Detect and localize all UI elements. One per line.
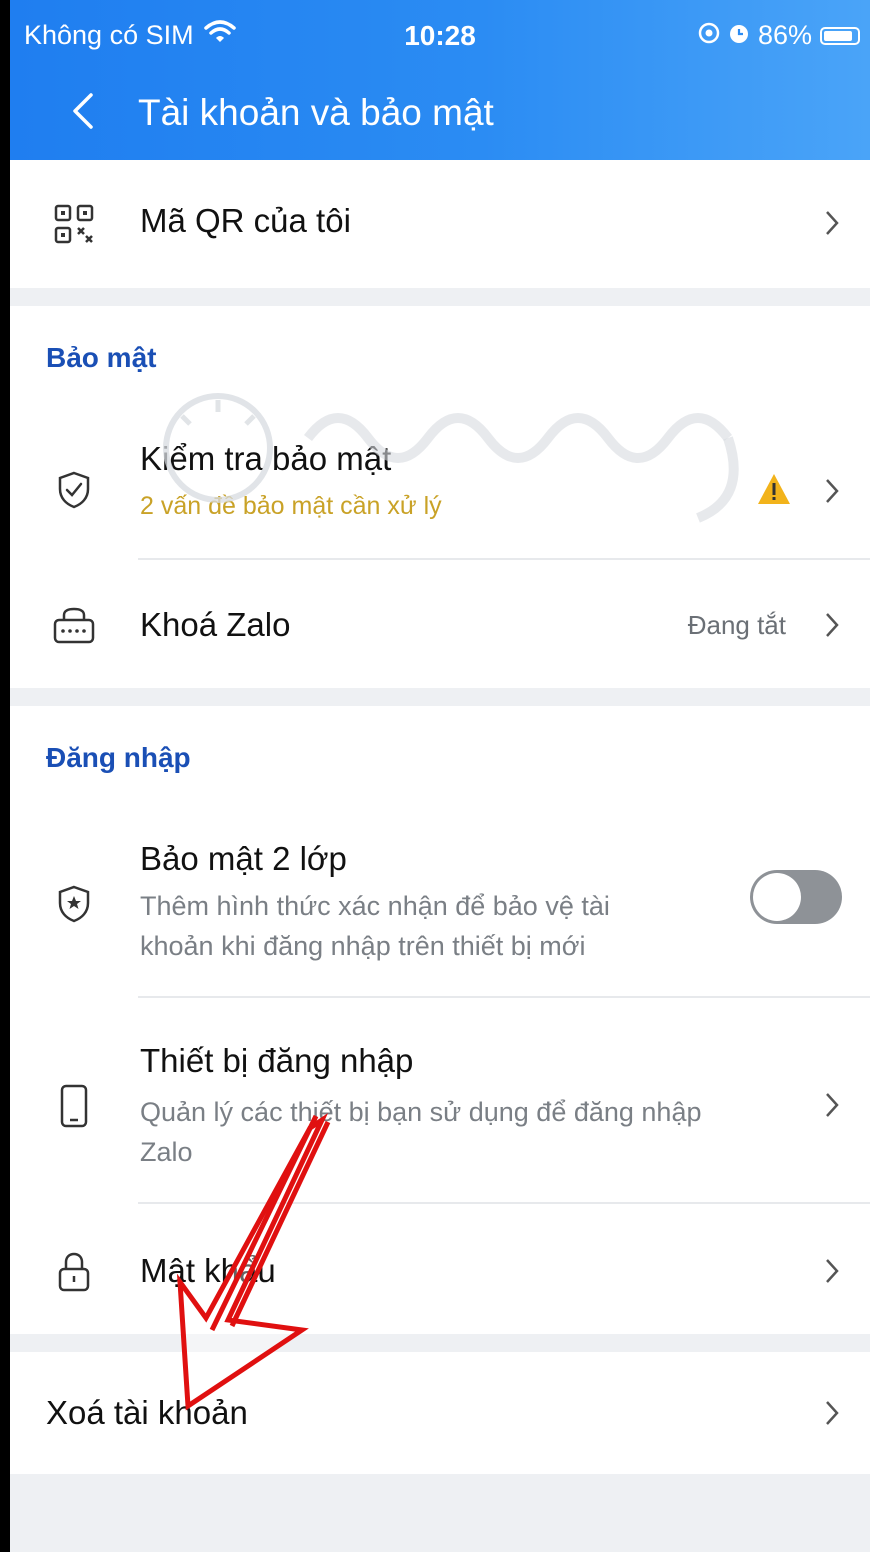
shield-check-icon — [52, 468, 96, 512]
toggle-knob — [753, 873, 801, 921]
delete-account-row[interactable]: Xoá tài khoản — [10, 1352, 870, 1474]
chevron-right-icon — [820, 476, 844, 506]
lock-icon — [52, 1250, 96, 1294]
two-factor-row[interactable]: Bảo mật 2 lớp Thêm hình thức xác nhận để… — [10, 816, 870, 998]
two-factor-toggle[interactable] — [750, 870, 842, 924]
shield-star-icon — [52, 882, 96, 926]
status-right: 86% — [698, 20, 860, 51]
qr-code-icon — [52, 202, 96, 246]
two-factor-title: Bảo mật 2 lớp — [140, 840, 347, 877]
login-devices-subtitle-line2: Zalo — [140, 1137, 193, 1167]
alarm-icon — [728, 20, 750, 51]
battery-icon — [820, 26, 860, 45]
security-check-title: Kiểm tra bảo mật — [140, 440, 392, 477]
header: Không có SIM 10:28 86% Tài khoản và bảo … — [10, 0, 870, 160]
status-bar: Không có SIM 10:28 86% — [10, 0, 870, 72]
chevron-right-icon — [820, 610, 844, 640]
security-card: Bảo mật Kiểm tra bảo mật 2 vấn đề bảo mậ… — [10, 306, 870, 688]
battery-fill — [824, 30, 852, 41]
chevron-right-icon — [820, 1256, 844, 1286]
chevron-left-icon — [73, 93, 93, 129]
qr-card: Mã QR của tôi — [10, 160, 870, 288]
login-devices-subtitle-line1: Quản lý các thiết bị bạn sử dụng để đăng… — [140, 1097, 702, 1127]
security-check-subtitle: 2 vấn đề bảo mật cần xử lý — [140, 492, 442, 520]
section-label-security: Bảo mật — [46, 342, 157, 373]
zalo-lock-row[interactable]: Khoá Zalo Đang tắt — [10, 560, 870, 688]
rotation-lock-icon — [698, 20, 720, 51]
login-devices-row[interactable]: Thiết bị đăng nhập Quản lý các thiết bị … — [10, 998, 870, 1202]
qr-row[interactable]: Mã QR của tôi — [10, 160, 870, 288]
keyboard-lock-icon — [52, 604, 96, 648]
warning-icon — [758, 474, 790, 504]
login-card: Đăng nhập Bảo mật 2 lớp Thêm hình thức x… — [10, 706, 870, 1334]
delete-account-label: Xoá tài khoản — [46, 1394, 248, 1431]
battery-percent: 86% — [757, 20, 812, 50]
page-title: Tài khoản và bảo mật — [138, 92, 494, 133]
login-devices-title: Thiết bị đăng nhập — [140, 1042, 414, 1079]
back-button[interactable] — [58, 86, 108, 136]
delete-card: Xoá tài khoản — [10, 1352, 870, 1474]
phone-icon — [52, 1084, 96, 1128]
section-label-login: Đăng nhập — [46, 742, 191, 773]
chevron-right-icon — [820, 1090, 844, 1120]
zalo-lock-title: Khoá Zalo — [140, 606, 291, 643]
qr-label: Mã QR của tôi — [140, 202, 351, 239]
zalo-lock-status: Đang tắt — [687, 610, 786, 640]
password-row[interactable]: Mật khẩu — [10, 1204, 870, 1334]
nav-bar: Tài khoản và bảo mật — [10, 72, 870, 160]
two-factor-subtitle-line2: khoản khi đăng nhập trên thiết bị mới — [140, 931, 586, 961]
chevron-right-icon — [820, 208, 844, 238]
password-title: Mật khẩu — [140, 1252, 276, 1289]
security-check-row[interactable]: Kiểm tra bảo mật 2 vấn đề bảo mật cần xử… — [10, 422, 870, 560]
screen: Không có SIM 10:28 86% Tài khoản và bảo … — [10, 0, 870, 1552]
chevron-right-icon — [820, 1398, 844, 1428]
two-factor-subtitle-line1: Thêm hình thức xác nhận để bảo vệ tài — [140, 891, 610, 921]
